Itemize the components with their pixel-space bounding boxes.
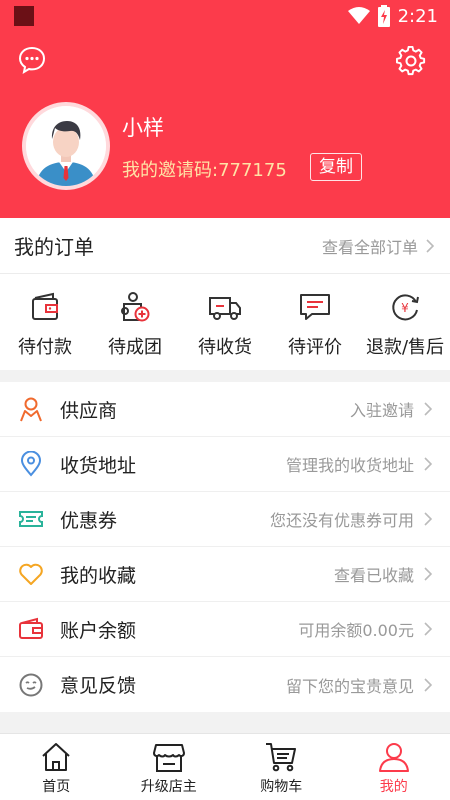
- order-tab-pending-group[interactable]: 待成团: [90, 274, 180, 370]
- wifi-icon: [347, 7, 370, 24]
- menu-item-label: 意见反馈: [60, 675, 137, 697]
- menu-item-label: 优惠券: [60, 509, 118, 532]
- username: 小样: [122, 116, 164, 140]
- chevron-right-icon: [424, 567, 432, 581]
- avatar[interactable]: [22, 102, 110, 190]
- heart-icon: [19, 563, 43, 585]
- tab-upgrade-shop-owner[interactable]: 升级店主: [113, 734, 226, 800]
- bottom-nav: 首页 升级店主 购物车 我的: [0, 733, 450, 800]
- wallet-icon: [32, 292, 58, 320]
- svg-text:¥: ¥: [401, 301, 409, 315]
- order-tab-pending-payment[interactable]: 待付款: [0, 274, 90, 370]
- orders-title: 我的订单: [14, 235, 94, 259]
- user-icon: [378, 743, 409, 772]
- store-icon: [152, 744, 185, 772]
- menu-item-hint: 入驻邀请: [349, 401, 414, 420]
- view-all-orders-label: 查看全部订单: [321, 237, 418, 257]
- cart-icon: [266, 743, 297, 772]
- order-tab-pending-review[interactable]: 待评价: [270, 274, 360, 370]
- ticket-icon: [19, 511, 43, 527]
- notification-icon: [14, 6, 34, 26]
- profile-header: 小样 我的邀请码:777175 复制: [0, 32, 450, 218]
- settings-menu: 供应商 入驻邀请 收货地址 管理我的收货地址 优惠券 您还没有优惠券可用 我的收…: [0, 382, 450, 712]
- order-tab-label: 待成团: [108, 337, 162, 358]
- copy-invite-code-button[interactable]: 复制: [310, 153, 362, 181]
- menu-item-label: 我的收藏: [60, 564, 137, 587]
- group-add-icon: [121, 292, 150, 322]
- tab-label: 购物车: [260, 779, 303, 795]
- menu-item-coupons[interactable]: 优惠券 您还没有优惠券可用: [0, 492, 450, 547]
- order-tab-pending-receipt[interactable]: 待收货: [180, 274, 270, 370]
- menu-item-supplier[interactable]: 供应商 入驻邀请: [0, 382, 450, 437]
- tab-home[interactable]: 首页: [0, 734, 113, 800]
- chevron-right-icon: [424, 512, 432, 526]
- menu-item-favorites[interactable]: 我的收藏 查看已收藏: [0, 547, 450, 602]
- menu-item-balance[interactable]: 账户余额 可用余额0.00元: [0, 602, 450, 657]
- settings-gear-icon[interactable]: [396, 46, 426, 76]
- orders-card: 我的订单 查看全部订单 待付款 待成团 待收货 待评价 ¥ 退款/售后: [0, 218, 450, 370]
- menu-item-hint: 可用余额0.00元: [298, 621, 414, 640]
- tab-label: 首页: [42, 779, 71, 795]
- location-pin-icon: [20, 451, 42, 477]
- refund-icon: ¥: [392, 294, 419, 321]
- delivery-truck-icon: [209, 297, 241, 320]
- feedback-face-icon: [19, 673, 43, 696]
- chevron-right-icon: [424, 622, 432, 636]
- status-time: 2:21: [397, 5, 438, 27]
- menu-item-hint: 查看已收藏: [333, 566, 414, 585]
- status-bar: 2:21: [0, 0, 450, 32]
- battery-charging-icon: [377, 5, 390, 27]
- comment-icon: [300, 294, 330, 320]
- chevron-right-icon: [424, 402, 432, 416]
- chevron-right-icon: [424, 677, 432, 692]
- chevron-right-icon: [424, 457, 432, 471]
- menu-item-feedback[interactable]: 意见反馈 留下您的宝贵意见: [0, 657, 450, 712]
- wallet-icon: [19, 617, 43, 639]
- menu-item-label: 供应商: [60, 399, 118, 422]
- menu-item-hint: 留下您的宝贵意见: [285, 676, 414, 696]
- order-tab-label: 退款/售后: [365, 337, 445, 358]
- menu-item-hint: 管理我的收货地址: [285, 456, 414, 475]
- tab-label: 升级店主: [140, 779, 197, 795]
- order-tab-refund[interactable]: ¥ 退款/售后: [360, 274, 450, 370]
- view-all-orders-link[interactable]: 查看全部订单: [322, 234, 434, 258]
- menu-item-label: 收货地址: [60, 454, 137, 477]
- tab-mine[interactable]: 我的: [338, 734, 450, 800]
- order-status-tabs: 待付款 待成团 待收货 待评价 ¥ 退款/售后: [0, 274, 450, 370]
- person-icon: [20, 397, 42, 422]
- order-tab-label: 待付款: [18, 337, 72, 358]
- menu-item-address[interactable]: 收货地址 管理我的收货地址: [0, 437, 450, 492]
- home-icon: [42, 743, 70, 771]
- message-icon[interactable]: [17, 45, 47, 75]
- tab-label: 我的: [379, 779, 408, 795]
- avatar-person-icon: [26, 106, 106, 186]
- order-tab-label: 待评价: [288, 337, 342, 358]
- orders-header: 我的订单 查看全部订单: [0, 218, 450, 274]
- chevron-right-icon: [426, 238, 434, 253]
- tab-cart[interactable]: 购物车: [225, 734, 338, 800]
- menu-item-hint: 您还没有优惠券可用: [269, 511, 414, 530]
- menu-item-label: 账户余额: [60, 619, 137, 642]
- order-tab-label: 待收货: [198, 337, 252, 358]
- status-indicators: 2:21: [347, 5, 438, 27]
- invite-code: 我的邀请码:777175: [122, 160, 287, 181]
